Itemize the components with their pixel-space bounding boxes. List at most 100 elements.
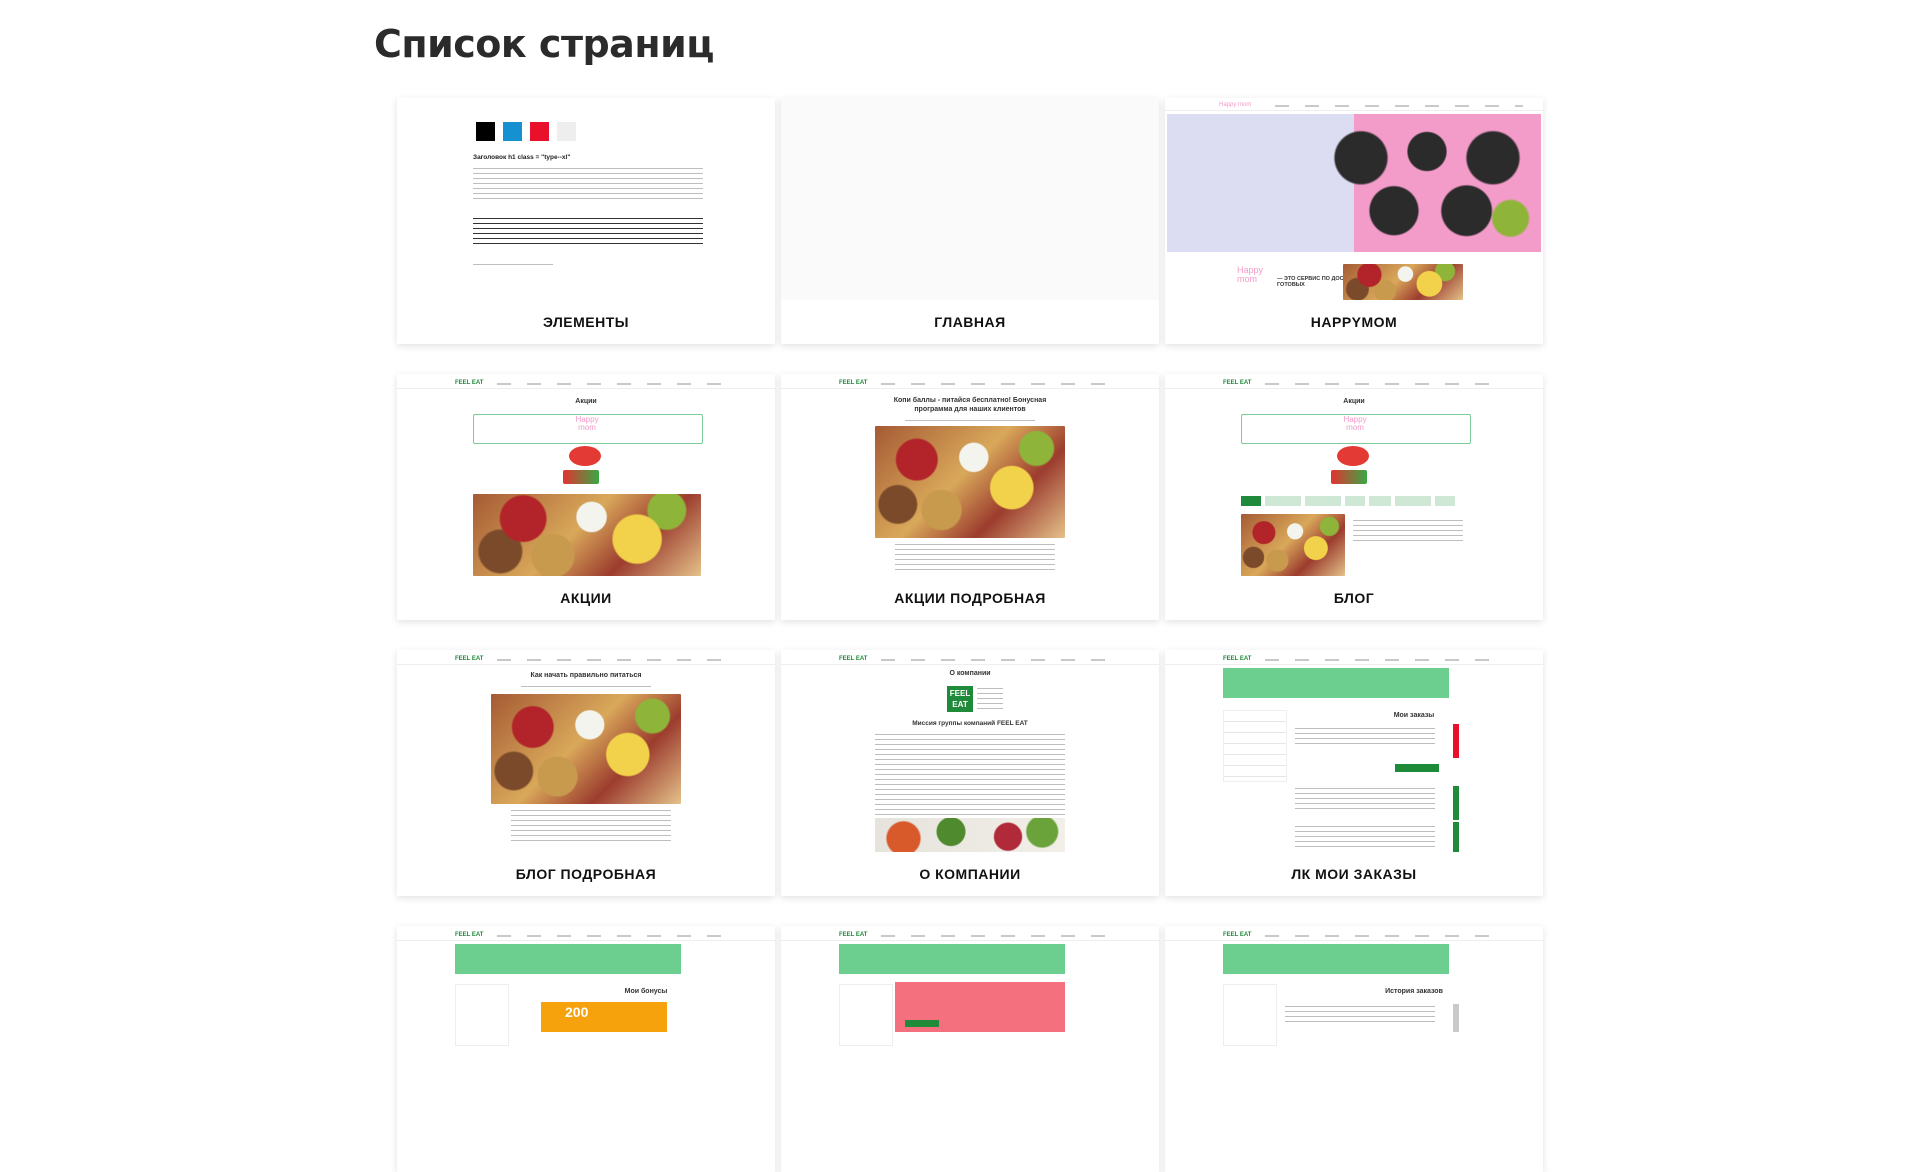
page-card-main[interactable]: ГЛАВНАЯ: [781, 98, 1159, 344]
feel-eat-logo-block: FEEL EAT: [947, 686, 973, 712]
feel-eat-logo: FEEL EAT: [1223, 380, 1252, 386]
page-card-invite-friend[interactable]: FEEL EAT: [781, 926, 1159, 1172]
page-thumbnail: FEEL EAT: [781, 926, 1159, 1128]
page-card-label: HAPPYMOM: [1310, 314, 1398, 330]
meta-line: [905, 420, 1035, 422]
page-card-order-history[interactable]: FEEL EAT История заказов: [1165, 926, 1543, 1172]
account-sidebar: [455, 984, 509, 1046]
account-banner: [1223, 668, 1449, 698]
page-title: Список страниц: [374, 22, 714, 66]
page-thumbnail: FEEL EAT Мои бонусы 200: [397, 926, 775, 1128]
account-banner: [839, 944, 1065, 974]
page-thumbnail: FEEL EAT История заказов: [1165, 926, 1543, 1128]
color-swatch-red: [530, 122, 549, 141]
page-thumbnail: [781, 98, 1159, 300]
page-card-label: АКЦИИ ПОДРОБНАЯ: [894, 590, 1046, 606]
repeat-order-button: [1395, 764, 1439, 772]
blog-post-excerpt: [1353, 520, 1463, 544]
mini-header: FEEL EAT: [397, 380, 775, 389]
promo-detail-image: [875, 426, 1065, 538]
page-card-promo-detail[interactable]: FEEL EAT Копи баллы - питайся бесплатно!…: [781, 374, 1159, 620]
about-mission: Миссия группы компаний FEEL EAT: [912, 720, 1028, 727]
blog-post-image: [1241, 514, 1345, 576]
page-card-blog[interactable]: FEEL EAT Акции Happy mom БЛОГ: [1165, 374, 1543, 620]
green-partner-logo: [1331, 470, 1367, 484]
account-sidebar: [839, 984, 893, 1046]
feel-eat-logo: FEEL EAT: [839, 380, 868, 386]
meta-line: [521, 686, 651, 688]
partner-logo: [1337, 446, 1369, 466]
feel-eat-logo: FEEL EAT: [455, 656, 484, 662]
order-row: [1295, 728, 1435, 748]
bonuses-title: Мои бонусы: [624, 988, 668, 995]
feel-eat-logo: FEEL EAT: [1223, 932, 1252, 938]
page-card-label: АКЦИИ: [560, 590, 612, 606]
color-swatch-light: [557, 122, 576, 141]
mini-header: FEEL EAT: [1165, 380, 1543, 389]
mini-header: FEEL EAT: [781, 656, 1159, 665]
about-vegetables-image: [875, 818, 1065, 852]
text-lines: [473, 264, 553, 268]
bonus-banner: [541, 1002, 667, 1032]
mini-header: FEEL EAT: [781, 380, 1159, 389]
promo-image: [473, 494, 701, 576]
page-card-happymom[interactable]: Happy mom Happy mom — ЭТО СЕРВИС ПО ДОСТ…: [1165, 98, 1543, 344]
text-lines: [473, 168, 703, 202]
feel-eat-logo: FEEL EAT: [455, 932, 484, 938]
page-grid: Заголовок h1 class = "type--xl" ЭЛЕМЕНТЫ…: [397, 98, 1543, 1172]
promo-detail-title: Копи баллы - питайся бесплатно! Бонусная…: [893, 397, 1047, 413]
account-sidebar: [1223, 984, 1277, 1046]
page-card-label: ЭЛЕМЕНТЫ: [543, 314, 629, 330]
page-thumbnail: FEEL EAT Акции Happy mom: [1165, 374, 1543, 576]
page-card-label: О КОМПАНИИ: [919, 866, 1021, 882]
bonus-value: 200: [565, 1004, 589, 1020]
happymom-promo-image: [1343, 264, 1463, 300]
history-title: История заказов: [1385, 988, 1443, 995]
page-card-elements[interactable]: Заголовок h1 class = "type--xl" ЭЛЕМЕНТЫ: [397, 98, 775, 344]
page-thumbnail: FEEL EAT Как начать правильно питаться: [397, 650, 775, 852]
hero-food-trays: [1317, 120, 1537, 246]
page-card-promos[interactable]: FEEL EAT Акции Happy mom АКЦИИ: [397, 374, 775, 620]
promos-title: Акции: [575, 398, 597, 405]
text-lines: [895, 544, 1055, 572]
blog-detail-image: [491, 694, 681, 804]
feel-eat-logo: FEEL EAT: [839, 656, 868, 662]
mini-header: FEEL EAT: [1165, 932, 1543, 941]
happymom-logo: Happy mom: [1343, 415, 1367, 432]
page-thumbnail: FEEL EAT Акции Happy mom: [397, 374, 775, 576]
page-card-label: БЛОГ ПОДРОБНАЯ: [515, 866, 657, 882]
history-accent: [1453, 1004, 1459, 1032]
page-card-about[interactable]: FEEL EAT О компании FEEL EAT Миссия груп…: [781, 650, 1159, 896]
about-title: О компании: [949, 670, 991, 677]
account-sidebar: [1223, 710, 1287, 782]
page-thumbnail: FEEL EAT Мои заказы: [1165, 650, 1543, 852]
order-accent: [1453, 724, 1459, 758]
blog-filter-tabs: [1241, 496, 1469, 506]
page-card-blog-detail[interactable]: FEEL EAT Как начать правильно питаться Б…: [397, 650, 775, 896]
logo-tagline: [977, 688, 1003, 710]
color-swatch-blue: [503, 122, 522, 141]
page-card-my-orders[interactable]: FEEL EAT Мои заказы ЛК МОИ ЗАКАЗЫ: [1165, 650, 1543, 896]
partner-logo: [569, 446, 601, 466]
account-banner: [455, 944, 681, 974]
history-row: [1285, 1006, 1435, 1026]
feel-eat-logo: FEEL EAT: [1223, 656, 1252, 662]
mini-header: FEEL EAT: [781, 932, 1159, 941]
account-banner: [1223, 944, 1449, 974]
page-thumbnail: Заголовок h1 class = "type--xl": [397, 98, 775, 300]
page-thumbnail: FEEL EAT Копи баллы - питайся бесплатно!…: [781, 374, 1159, 576]
orders-title: Мои заказы: [1393, 712, 1435, 719]
order-row: [1295, 788, 1435, 812]
blog-detail-title: Как начать правильно питаться: [530, 672, 642, 679]
feel-eat-logo: FEEL EAT: [839, 932, 868, 938]
happymom-logo: Happy mom: [575, 415, 599, 432]
mini-header: FEEL EAT: [1165, 656, 1543, 665]
order-accent: [1453, 822, 1459, 852]
happymom-logo: Happy mom: [1237, 265, 1264, 284]
order-accent: [1453, 786, 1459, 820]
page-list: Список страниц Заголовок h1 class = "typ…: [0, 0, 1920, 1172]
page-thumbnail: FEEL EAT О компании FEEL EAT Миссия груп…: [781, 650, 1159, 852]
page-card-label: БЛОГ: [1333, 590, 1375, 606]
page-card-my-bonuses[interactable]: FEEL EAT Мои бонусы 200: [397, 926, 775, 1172]
page-thumbnail: Happy mom Happy mom — ЭТО СЕРВИС ПО ДОСТ…: [1165, 98, 1543, 300]
